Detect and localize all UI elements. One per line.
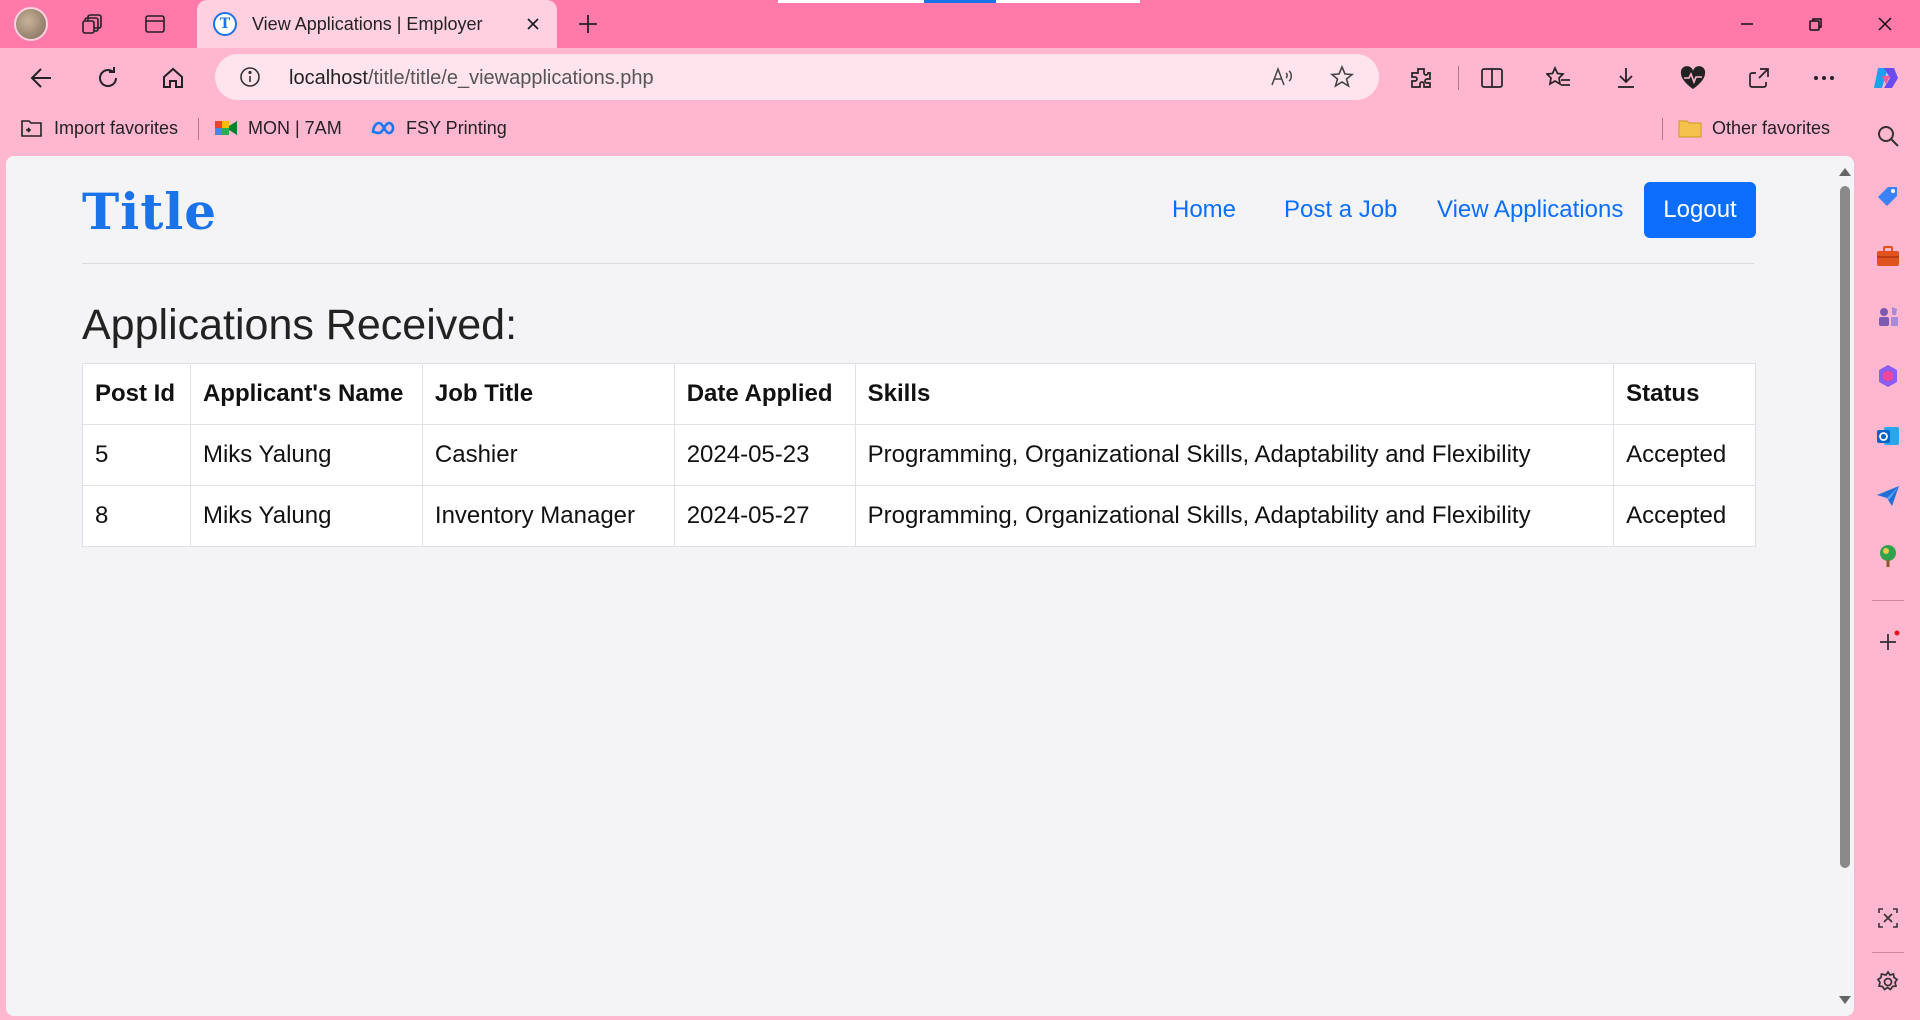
cell-applicant-name: Miks Yalung [189, 485, 423, 547]
url-host: localhost [289, 67, 368, 89]
favorites-list-icon[interactable] [1543, 62, 1575, 94]
favorite-label: Import favorites [54, 117, 179, 138]
nav-post-job-link[interactable]: Post a Job [1284, 196, 1397, 224]
site-info-icon[interactable] [239, 66, 261, 88]
cell-job-title: Inventory Manager [421, 485, 675, 547]
active-tab[interactable]: T View Applications | Employer [197, 0, 557, 48]
scroll-up-arrow-icon[interactable] [1839, 166, 1851, 178]
col-header-status: Status [1613, 363, 1756, 425]
scrollbar-thumb[interactable] [1840, 186, 1850, 868]
url-text[interactable]: localhost/title/title/e_viewapplications… [289, 67, 654, 90]
import-favorites-icon [21, 120, 42, 137]
favorite-label: FSY Printing [406, 117, 507, 138]
sidebar-outlook-icon[interactable] [1874, 422, 1902, 450]
nav-view-applications-link[interactable]: View Applications [1437, 196, 1623, 224]
favorites-separator [1662, 118, 1663, 140]
col-header-date-applied: Date Applied [673, 363, 856, 425]
sidebar-search-icon[interactable] [1874, 122, 1902, 150]
sidebar-games-icon[interactable] [1874, 302, 1902, 330]
table-row: 5 Miks Yalung Cashier 2024-05-23 Program… [82, 424, 1756, 486]
sidebar-copilot-icon[interactable] [1874, 362, 1902, 390]
close-window-icon[interactable] [1862, 6, 1908, 42]
refresh-icon[interactable] [92, 62, 124, 94]
share-icon[interactable] [1743, 62, 1775, 94]
other-favorites[interactable]: Other favorites [1678, 116, 1830, 140]
other-favorites-label: Other favorites [1712, 117, 1831, 138]
drag-strip-accent [924, 0, 996, 3]
cell-date-applied: 2024-05-27 [673, 485, 856, 547]
downloads-icon[interactable] [1610, 62, 1642, 94]
cell-date-applied: 2024-05-23 [673, 424, 856, 486]
toolbar-separator [1458, 66, 1459, 90]
vertical-scrollbar[interactable] [1836, 156, 1854, 1016]
more-options-icon[interactable] [1808, 62, 1840, 94]
folder-icon [1678, 120, 1702, 138]
page-title: Applications Received: [82, 301, 518, 349]
workspaces-icon[interactable] [79, 10, 107, 38]
site-logo[interactable]: Title [82, 182, 217, 241]
cell-job-title: Cashier [421, 424, 675, 486]
col-header-post-id: Post Id [82, 363, 191, 425]
url-path: /title/title/e_viewapplications.php [367, 67, 654, 89]
tab-title: View Applications | Employer [252, 14, 483, 34]
cell-post-id: 8 [82, 485, 191, 547]
read-aloud-icon[interactable] [1267, 62, 1297, 92]
cell-status: Accepted [1613, 485, 1756, 547]
favorite-meet[interactable]: MON | 7AM [214, 116, 342, 140]
split-screen-icon[interactable] [1476, 62, 1508, 94]
drag-strip [996, 0, 1140, 3]
applications-table: Post Id Applicant's Name Job Title Date … [82, 363, 1756, 547]
sidebar-separator [1872, 600, 1904, 601]
new-tab-plus-icon[interactable] [574, 10, 602, 38]
favorite-fsy[interactable]: FSY Printing [370, 116, 507, 140]
drag-strip [778, 0, 924, 3]
sidebar-screenshot-icon[interactable] [1874, 904, 1902, 932]
col-header-applicant-name: Applicant's Name [189, 363, 423, 425]
cell-status: Accepted [1613, 424, 1756, 486]
close-tab-icon[interactable] [521, 12, 545, 36]
sidebar-tree-icon[interactable] [1874, 542, 1902, 570]
table-header-row: Post Id Applicant's Name Job Title Date … [82, 363, 1756, 425]
page-viewport: Title Home Post a Job View Applications … [6, 156, 1854, 1016]
site-navbar: Title Home Post a Job View Applications … [82, 156, 1756, 264]
profile-avatar[interactable] [14, 7, 48, 41]
home-icon[interactable] [157, 62, 189, 94]
sidebar-settings-gear-icon[interactable] [1874, 968, 1902, 996]
sidebar-tools-icon[interactable] [1874, 242, 1902, 270]
address-bar[interactable]: localhost/title/title/e_viewapplications… [215, 54, 1379, 100]
favorite-star-icon[interactable] [1327, 62, 1357, 92]
table-row: 8 Miks Yalung Inventory Manager 2024-05-… [82, 485, 1756, 547]
extensions-icon[interactable] [1405, 62, 1437, 94]
copilot-icon[interactable] [1870, 62, 1902, 94]
browser-titlebar: T View Applications | Employer [0, 0, 1920, 48]
favorite-import[interactable]: Import favorites [20, 116, 178, 140]
col-header-skills: Skills [854, 363, 1615, 425]
sidebar-separator [1872, 952, 1904, 953]
logout-button[interactable]: Logout [1644, 182, 1756, 238]
google-meet-icon [215, 121, 237, 135]
minimize-icon[interactable] [1724, 6, 1770, 42]
col-header-job-title: Job Title [421, 363, 675, 425]
cell-skills: Programming, Organizational Skills, Adap… [854, 485, 1615, 547]
cell-post-id: 5 [82, 424, 191, 486]
favorite-label: MON | 7AM [248, 117, 342, 138]
browser-essentials-icon[interactable] [1677, 62, 1709, 94]
cell-skills: Programming, Organizational Skills, Adap… [854, 424, 1615, 486]
nav-home-link[interactable]: Home [1172, 196, 1236, 224]
favorites-bar: Import favorites MON | 7AM FSY Printing … [0, 106, 1920, 150]
scroll-down-arrow-icon[interactable] [1839, 994, 1851, 1006]
browser-toolbar: localhost/title/title/e_viewapplications… [0, 48, 1920, 106]
edge-sidebar [1856, 106, 1920, 1020]
cell-applicant-name: Miks Yalung [189, 424, 423, 486]
favorites-separator [198, 118, 199, 140]
sidebar-shopping-tag-icon[interactable] [1874, 182, 1902, 210]
back-arrow-icon[interactable] [26, 62, 58, 94]
meta-icon [371, 121, 395, 135]
restore-icon[interactable] [1793, 6, 1839, 42]
sidebar-send-icon[interactable] [1874, 482, 1902, 510]
site-favicon-icon: T [213, 12, 237, 36]
vertical-tabs-icon[interactable] [141, 10, 169, 38]
sidebar-add-icon[interactable] [1874, 628, 1902, 656]
